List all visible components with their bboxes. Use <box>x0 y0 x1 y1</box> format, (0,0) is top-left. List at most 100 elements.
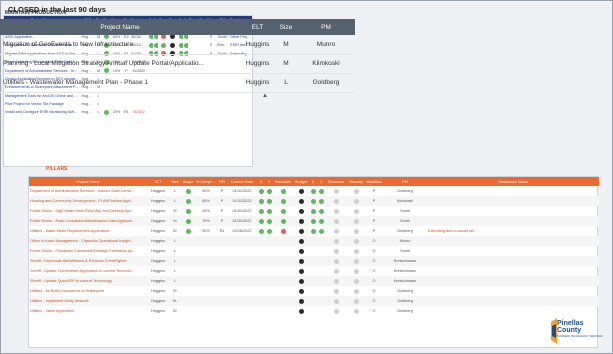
table-row[interactable]: Planning - Local Mitigation Strategy Ann… <box>0 54 355 73</box>
table-row[interactable]: Pilot Project for Vector Tile Package Hug… <box>4 100 252 108</box>
status-grey-icon <box>353 268 359 274</box>
elt-cell: Huggins <box>81 102 95 107</box>
elt-cell: Huggins <box>151 249 165 253</box>
sort-caret-icon[interactable]: ▲ <box>262 93 268 99</box>
column-header[interactable]: Dashboard Notes <box>427 177 599 186</box>
budget-cell <box>293 306 309 316</box>
date-prev2-cell <box>257 246 265 256</box>
table-row[interactable]: Migration of GeoEvents to New Infrastruc… <box>0 35 355 54</box>
pm-cell: Goldberg <box>397 309 413 313</box>
column-header[interactable]: ELT <box>147 177 169 186</box>
security-cell <box>347 266 365 276</box>
security-cell <box>347 236 365 246</box>
status-grey-icon <box>333 188 339 194</box>
current-date-cell <box>130 100 148 108</box>
size-cell: M <box>283 40 289 48</box>
status-green-icon <box>258 228 264 234</box>
status-black-icon <box>298 308 304 314</box>
budget-cell <box>293 286 309 296</box>
status-green-icon <box>266 208 272 214</box>
status-green-icon <box>266 198 272 204</box>
scope-cell <box>181 276 195 286</box>
budget-cell <box>293 206 309 216</box>
schedule-cell <box>273 216 293 226</box>
dashboard-notes-cell <box>427 296 599 306</box>
workflow-cell: O <box>372 259 376 263</box>
column-header[interactable]: 1 <box>317 177 325 186</box>
security-cell <box>347 216 365 226</box>
budget-prev2-cell <box>309 246 317 256</box>
column-header[interactable]: Scope <box>181 177 195 186</box>
security-cell <box>198 100 206 108</box>
table-row[interactable]: Utilities - As Builts Documents to Share… <box>29 286 599 296</box>
pr-cell <box>217 256 227 266</box>
column-header[interactable]: PM <box>383 177 427 186</box>
column-header[interactable]: PM <box>297 19 355 35</box>
status-green-icon <box>266 218 272 224</box>
table-row[interactable]: Housing and Community Development - PLAN… <box>29 196 599 206</box>
status-green-icon <box>318 228 324 234</box>
column-header[interactable]: Current Date <box>227 177 257 186</box>
column-header[interactable]: Project Name <box>0 19 240 35</box>
table-row[interactable]: Utilities - Wastewater Management Plan -… <box>0 73 355 92</box>
resource-cell <box>325 286 347 296</box>
table-row[interactable]: Management Tools for ArcGIS Online and P… <box>4 92 252 100</box>
column-header[interactable]: Size <box>275 19 297 35</box>
column-header[interactable]: Workflow <box>365 177 383 186</box>
status-grey-icon <box>333 248 339 254</box>
resource-cell <box>325 296 347 306</box>
column-header[interactable]: Security <box>347 177 365 186</box>
security-cell <box>198 108 206 116</box>
current-date-cell <box>227 296 257 306</box>
column-header[interactable]: P/R <box>217 177 227 186</box>
status-green-icon <box>310 188 316 194</box>
current-date-cell <box>227 246 257 256</box>
date-prev2-cell <box>257 276 265 286</box>
column-header[interactable]: 2 <box>309 177 317 186</box>
date-prev2-cell <box>257 286 265 296</box>
budget-cell <box>293 266 309 276</box>
date-prev2-cell <box>257 226 265 236</box>
budget-prev1-cell <box>317 286 325 296</box>
column-header[interactable]: 2 <box>257 177 265 186</box>
project-name-cell: Office of Asset Management - Cityworks O… <box>30 239 134 243</box>
column-header[interactable]: % Complete <box>195 177 217 186</box>
pr-cell <box>217 236 227 246</box>
pr-cell <box>217 296 227 306</box>
elt-cell: Huggins <box>151 269 165 273</box>
status-grey-icon <box>353 228 359 234</box>
pr-cell <box>123 92 130 100</box>
status-green-icon <box>280 198 286 204</box>
date-prev2-cell <box>257 196 265 206</box>
table-row[interactable]: Public Works - Road Jurisdiction/Mainten… <box>29 216 599 226</box>
column-header[interactable]: Resource <box>325 177 347 186</box>
budget-cell <box>168 108 177 116</box>
column-header[interactable]: Budget <box>293 177 309 186</box>
date-prev1-cell <box>265 286 273 296</box>
table-row[interactable]: Public Works - Floodplain Substantial Da… <box>29 246 599 256</box>
table-row[interactable]: Public Works - High Water Mark Field Map… <box>29 206 599 216</box>
table-row[interactable]: Utilities - Implement Utility Network Hug… <box>29 296 599 306</box>
column-header[interactable]: 1 <box>265 177 273 186</box>
column-header[interactable]: Schedule <box>273 177 293 186</box>
table-row[interactable]: Utilities - Water Meter Replacement Appl… <box>29 226 599 236</box>
scope-cell <box>181 236 195 246</box>
table-row[interactable]: Utilities - Valve Application Huggins M O Go… <box>29 306 599 316</box>
table-row[interactable]: Install and Configure ESRI Monitoring So… <box>4 108 252 116</box>
table-row[interactable]: Sheriff - Update Crimeviewer Application… <box>29 266 599 276</box>
dashboard-notes-cell: Extending due to issues wit... <box>428 229 478 233</box>
pr-cell <box>217 306 227 316</box>
column-header[interactable]: Size <box>169 177 181 186</box>
budget-prev2-cell <box>309 266 317 276</box>
column-header[interactable]: Project Name <box>29 177 147 186</box>
table-row[interactable]: Department of Administrative Services - … <box>29 186 599 196</box>
budget-prev1-cell <box>317 196 325 206</box>
status-grey-icon <box>333 208 339 214</box>
current-date-cell <box>227 266 257 276</box>
table-row[interactable]: Sheriff - Deprecate WebWitness & Enhance… <box>29 256 599 266</box>
table-row[interactable]: Office of Asset Management - Cityworks O… <box>29 236 599 246</box>
column-header[interactable]: ELT <box>240 19 275 35</box>
table-row[interactable]: Sheriff - Update QuickAPP to current Tec… <box>29 276 599 286</box>
workflow-cell: O <box>372 249 376 253</box>
date-prev1-cell <box>265 236 273 246</box>
